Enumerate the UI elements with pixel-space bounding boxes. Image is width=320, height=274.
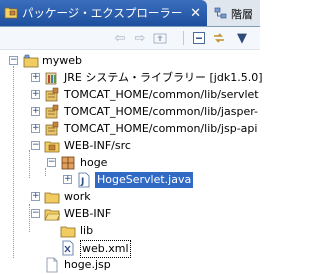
tree-item-classpath-jsp-api[interactable]: + TOMCAT_HOME/common/lib/jsp-api (0, 120, 260, 138)
file-icon (44, 257, 60, 273)
collapse-toggle-icon[interactable]: − (31, 209, 40, 218)
forward-arrow-icon[interactable]: ⇨ (132, 30, 148, 46)
collapse-all-icon[interactable] (191, 30, 207, 46)
source-folder-icon (44, 138, 60, 154)
link-with-editor-icon[interactable] (211, 30, 227, 46)
package-explorer-icon (4, 5, 18, 22)
tree-item-label: lib (80, 224, 94, 237)
tree-item-label: WEB-INF (64, 207, 112, 220)
view-menu-icon[interactable]: ▼ (234, 30, 250, 46)
tab-title: パッケージ・エクスプローラー (22, 6, 183, 20)
tab-hierarchy[interactable]: 階層 (210, 2, 260, 26)
toolbar-separator (183, 31, 184, 45)
expand-toggle-icon[interactable]: + (31, 124, 40, 133)
close-icon[interactable]: ✕ (190, 6, 201, 21)
jar-library-icon (44, 121, 60, 137)
tree-item-label: JRE システム・ライブラリー [jdk1.5.0] (64, 71, 263, 84)
tree-item-label: myweb (42, 54, 82, 67)
folder-icon (44, 189, 60, 205)
back-arrow-icon[interactable]: ⇦ (112, 30, 128, 46)
hierarchy-icon (214, 6, 228, 23)
project-folder-icon (23, 53, 39, 69)
jar-library-icon (44, 87, 60, 103)
tree-item-label: hoge.jsp (64, 258, 111, 271)
expand-toggle-icon[interactable]: + (31, 73, 40, 82)
tree-item-label: work (64, 190, 91, 203)
package-icon (60, 155, 76, 171)
tree-item-label: TOMCAT_HOME/common/lib/jsp-api (64, 122, 258, 135)
jar-library-icon (44, 104, 60, 120)
collapse-toggle-icon[interactable]: − (47, 158, 56, 167)
library-icon (44, 70, 60, 86)
tab-package-explorer[interactable]: パッケージ・エクスプローラー ✕ (0, 0, 207, 26)
tab-hierarchy-label: 階層 (231, 8, 253, 21)
tree-item-folder-work[interactable]: + work (0, 188, 260, 206)
view-toolbar: ⇦ ⇨ ▼ (0, 27, 260, 50)
tree-item-jsp-file[interactable]: hoge.jsp (0, 256, 260, 274)
expand-toggle-icon[interactable]: + (31, 90, 40, 99)
tree-item-jre-library[interactable]: + JRE システム・ライブラリー [jdk1.5.0] (0, 69, 263, 87)
xml-file-icon (60, 240, 76, 256)
expand-toggle-icon[interactable]: + (31, 192, 40, 201)
tree-item-project[interactable]: − myweb (0, 52, 260, 70)
tree-item-label: TOMCAT_HOME/common/lib/servlet (64, 88, 259, 101)
tree-item-xml-file[interactable]: web.xml (0, 239, 260, 258)
folder-icon (60, 223, 76, 239)
expand-toggle-icon[interactable]: + (63, 175, 72, 184)
tree-item-label: TOMCAT_HOME/common/lib/jasper- (64, 105, 258, 118)
package-tree: − myweb + JRE システム・ライブラリー [jdk1.5.0] + T… (0, 50, 263, 273)
tree-item-package[interactable]: − hoge (0, 154, 260, 172)
expand-toggle-icon[interactable]: + (31, 107, 40, 116)
tree-item-label: hoge (80, 156, 108, 169)
open-folder-icon (44, 206, 60, 222)
up-folder-icon[interactable] (152, 30, 168, 46)
collapse-toggle-icon[interactable]: − (9, 56, 18, 65)
tree-item-label: WEB-INF/src (64, 139, 131, 152)
tree-item-label: HogeServlet.java (95, 172, 194, 188)
tree-item-classpath-jasper[interactable]: + TOMCAT_HOME/common/lib/jasper- (0, 103, 260, 121)
java-file-icon: J (76, 172, 92, 188)
tree-item-java-file[interactable]: + J HogeServlet.java (0, 171, 260, 189)
view-tab-bar: パッケージ・エクスプローラー ✕ 階層 (0, 0, 260, 27)
tree-item-folder-web-inf[interactable]: − WEB-INF (0, 205, 260, 223)
tree-item-classpath-servlet[interactable]: + TOMCAT_HOME/common/lib/servlet (0, 86, 260, 104)
svg-text:J: J (80, 177, 84, 187)
collapse-toggle-icon[interactable]: − (31, 141, 40, 150)
tree-item-source-folder[interactable]: − WEB-INF/src (0, 137, 260, 155)
tree-item-folder-lib[interactable]: lib (0, 222, 260, 240)
